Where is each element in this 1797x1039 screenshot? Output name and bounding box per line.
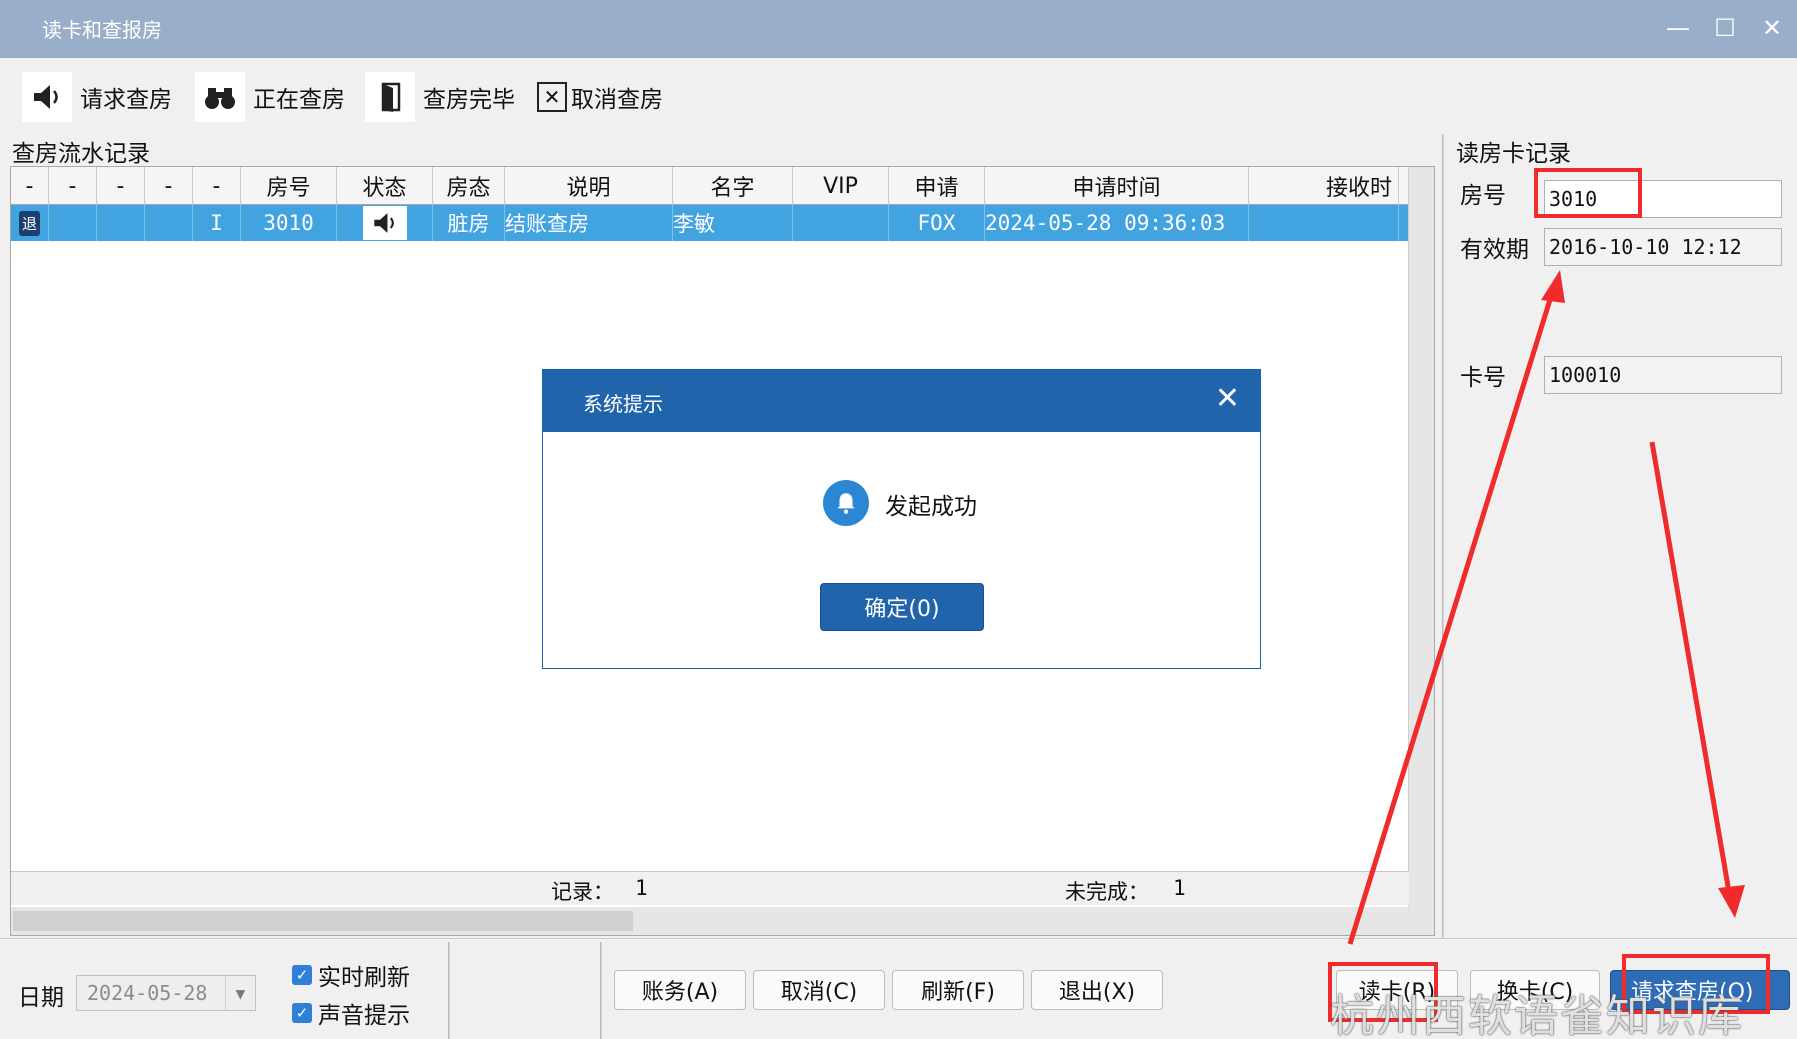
- arrow-down-head: [1718, 885, 1745, 918]
- arrow-up-head: [1541, 270, 1565, 303]
- watermark-text: 杭州西软语雀知识库: [1330, 991, 1744, 1039]
- arrow-up-line: [1347, 289, 1556, 945]
- arrow-down-line: [1649, 441, 1733, 899]
- annotation-arrows: [1347, 270, 1745, 945]
